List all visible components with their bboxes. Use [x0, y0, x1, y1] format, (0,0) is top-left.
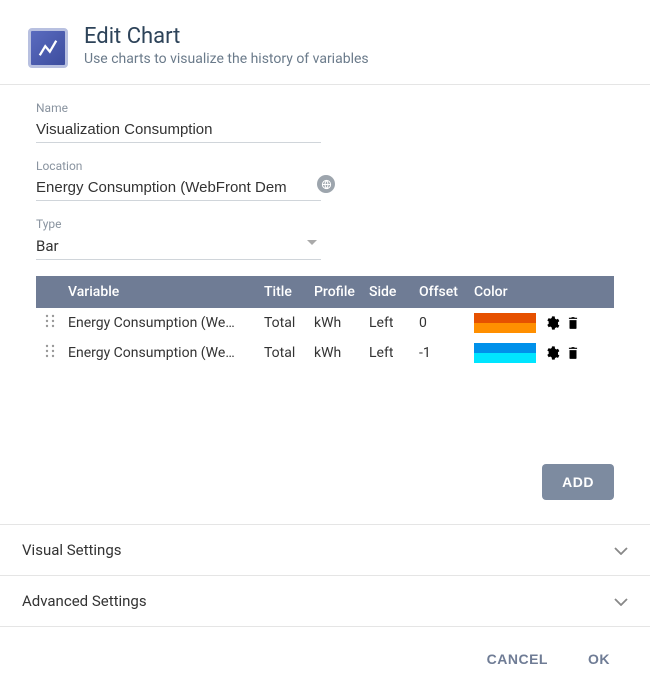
form-section: Name Location Type Bar Variable Title Pr… — [0, 85, 650, 448]
col-header-variable: Variable — [64, 284, 264, 300]
accordion-label: Advanced Settings — [22, 592, 147, 610]
cell-title: Total — [264, 345, 314, 361]
cell-title: Total — [264, 315, 314, 331]
cell-variable: Energy Consumption (We… — [64, 315, 264, 331]
cancel-button[interactable]: CANCEL — [487, 651, 548, 667]
cell-offset: 0 — [419, 315, 474, 331]
color-swatch[interactable] — [474, 343, 536, 363]
cell-profile: kWh — [314, 345, 369, 361]
cell-side: Left — [369, 315, 419, 331]
add-button[interactable]: ADD — [542, 464, 614, 500]
location-label: Location — [36, 159, 321, 173]
accordion-label: Visual Settings — [22, 541, 122, 559]
location-globe-icon[interactable] — [317, 175, 335, 193]
col-header-color: Color — [474, 284, 544, 300]
trash-icon[interactable] — [566, 345, 580, 361]
table-row[interactable]: Energy Consumption (We… Total kWh Left 0 — [36, 308, 614, 338]
accordion-advanced-settings[interactable]: Advanced Settings — [0, 576, 650, 627]
dialog-title: Edit Chart — [84, 24, 630, 49]
chart-icon — [28, 28, 68, 68]
chevron-down-icon — [614, 541, 628, 559]
trash-icon[interactable] — [566, 315, 580, 331]
col-header-side: Side — [369, 284, 419, 300]
ok-button[interactable]: OK — [588, 651, 610, 667]
col-header-profile: Profile — [314, 284, 369, 300]
dialog-header: Edit Chart Use charts to visualize the h… — [0, 0, 650, 85]
gear-icon[interactable] — [544, 315, 560, 331]
col-header-title: Title — [264, 284, 314, 300]
type-label: Type — [36, 217, 321, 231]
dialog-footer: CANCEL OK — [0, 627, 650, 687]
cell-offset: -1 — [419, 345, 474, 361]
col-header-offset: Offset — [419, 284, 474, 300]
type-select[interactable]: Bar — [36, 233, 321, 260]
cell-profile: kWh — [314, 315, 369, 331]
name-label: Name — [36, 101, 321, 115]
gear-icon[interactable] — [544, 345, 560, 361]
name-input[interactable] — [36, 117, 321, 143]
drag-handle-icon[interactable] — [36, 344, 64, 362]
dialog-subtitle: Use charts to visualize the history of v… — [84, 51, 630, 67]
cell-variable: Energy Consumption (We… — [64, 345, 264, 361]
accordion-visual-settings[interactable]: Visual Settings — [0, 525, 650, 576]
location-input[interactable] — [36, 175, 321, 201]
drag-handle-icon[interactable] — [36, 314, 64, 332]
table-row[interactable]: Energy Consumption (We… Total kWh Left -… — [36, 338, 614, 368]
table-header: Variable Title Profile Side Offset Color — [36, 276, 614, 308]
color-swatch[interactable] — [474, 313, 536, 333]
variables-table: Variable Title Profile Side Offset Color… — [36, 276, 614, 448]
chevron-down-icon — [614, 592, 628, 610]
cell-side: Left — [369, 345, 419, 361]
